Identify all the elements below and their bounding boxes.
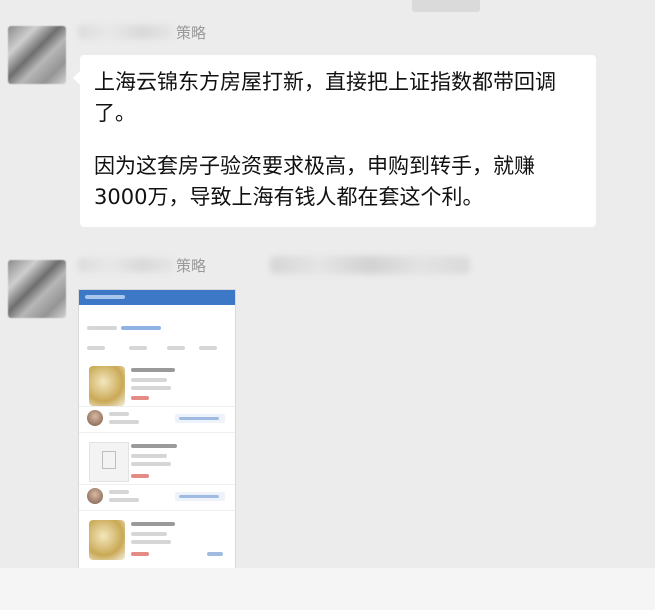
thumbnail-button (175, 492, 225, 501)
thumbnail-text (131, 540, 171, 544)
sender-name-suffix: 策略 (176, 256, 207, 275)
sender-name-suffix: 策略 (176, 23, 207, 42)
divider (79, 510, 235, 511)
sender-name[interactable]: 策略 (78, 255, 206, 275)
thumbnail-text (131, 444, 177, 448)
thumbnail-button (175, 414, 225, 423)
thumbnail-text (131, 522, 175, 526)
divider (79, 406, 235, 407)
divider (79, 484, 235, 485)
top-tab-fragment (412, 0, 480, 12)
input-area[interactable] (0, 568, 655, 610)
agent-avatar (87, 488, 103, 504)
thumbnail-text (87, 346, 105, 350)
blurred-name (78, 258, 174, 272)
listing-price (131, 396, 149, 400)
avatar[interactable] (8, 260, 66, 318)
thumbnail-text (109, 412, 129, 416)
thumbnail-link (121, 326, 161, 330)
thumbnail-text (131, 532, 167, 536)
message-paragraph: 因为这套房子验资要求极高，申购到转手，就赚3000万，导致上海有钱人都在套这个利… (94, 154, 535, 209)
thumbnail-text (131, 368, 175, 372)
message-bubble[interactable]: 上海云锦东方房屋打新，直接把上证指数都带回调了。 因为这套房子验资要求极高，申购… (73, 55, 596, 227)
listing-image (89, 366, 125, 406)
thumbnail-text (87, 326, 117, 330)
listing-price (131, 552, 149, 556)
thumbnail-text (199, 346, 217, 350)
thumbnail-text (109, 420, 139, 424)
sender-name[interactable]: 策略 (78, 22, 206, 42)
blurred-text (270, 256, 470, 274)
listing-image-placeholder (89, 442, 129, 482)
avatar[interactable] (8, 26, 66, 84)
listing-image (89, 520, 125, 560)
thumbnail-text (167, 346, 185, 350)
blurred-name (78, 25, 174, 39)
message-paragraph: 上海云锦东方房屋打新，直接把上证指数都带回调了。 (94, 70, 556, 125)
agent-avatar (87, 410, 103, 426)
listing-price (131, 474, 149, 478)
thumbnail-text (131, 378, 167, 382)
screenshot-thumbnail[interactable] (78, 289, 236, 569)
thumbnail-text (131, 462, 171, 466)
thumbnail-text (131, 454, 167, 458)
thumbnail-text (129, 346, 147, 350)
divider (79, 432, 235, 433)
thumbnail-text (109, 498, 139, 502)
thumbnail-text (131, 386, 171, 390)
thumbnail-icon (207, 552, 223, 556)
thumbnail-text (109, 490, 129, 494)
thumbnail-header (79, 290, 235, 305)
